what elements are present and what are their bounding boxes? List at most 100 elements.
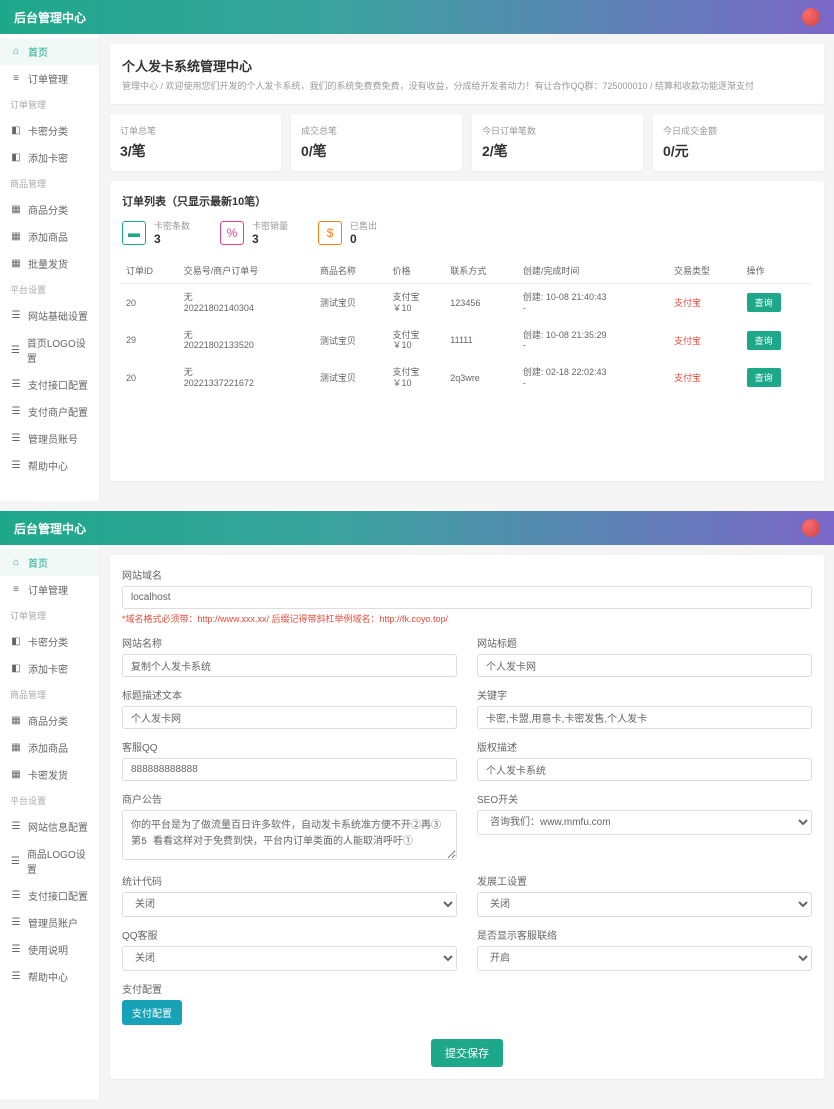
sidebar-item[interactable]: ☰网站信息配置 [0,813,99,840]
sidebar-item-label: 卡密分类 [28,634,68,649]
sidebar-item[interactable]: ▦添加商品 [0,223,99,250]
cell-price: 支付宝￥10 [389,359,447,397]
query-button[interactable]: 查询 [747,368,781,387]
domain-input[interactable] [122,586,812,609]
sidebar-item-label: 首页LOGO设置 [27,335,89,365]
sidebar-item[interactable]: ▦商品分类 [0,707,99,734]
sidebar-item[interactable]: ☰支付商户配置 [0,398,99,425]
notice-label: 商户公告 [122,791,457,806]
sidebar-item-label: 添加卡密 [28,150,68,165]
sidebar-item[interactable]: ◧卡密分类 [0,628,99,655]
sidebar-item-label: 添加商品 [28,229,68,244]
sidebar-item[interactable]: ☰网站基础设置 [0,302,99,329]
table-row: 29 无20221802133520 测试宝贝 支付宝￥10 11111 创建:… [122,322,812,360]
sidebar-item[interactable]: ☰管理员账户 [0,909,99,936]
stat-card: 今日订单笔数2/笔 [472,114,643,171]
sidebar-item[interactable]: ▦ 卡密发货 [0,761,99,788]
table-row: 20 无20221337221672 测试宝贝 支付宝￥10 2q3wre 创建… [122,359,812,397]
copy-label: 版权描述 [477,739,812,754]
cell-contact: 123456 [446,284,519,322]
menu-icon: ≡ [10,584,22,596]
sidebar-item[interactable]: ☰使用说明 [0,936,99,963]
sidebar-item[interactable]: ▦添加商品 [0,734,99,761]
sort-select[interactable]: 关闭 [122,892,457,917]
sidebar-item[interactable]: ☰帮助中心 [0,963,99,990]
domain-hint: *域名格式必须带：http://www.xxx.xx/ 后缀记得带斜杠举例域名：… [122,612,812,625]
sidebar-item[interactable]: ☰支付接口配置 [0,371,99,398]
sidebar-item-label: 添加卡密 [28,661,68,676]
pay-label: 支付配置 [122,981,812,996]
sidebar-item[interactable]: ◧添加卡密 [0,655,99,682]
header: 后台管理中心 [0,0,834,34]
cell-time: 创建: 02-18 22:02:43- [519,359,670,397]
notice-textarea[interactable]: 你的平台是为了做流量百日许多软件，自动发卡系统准方便不开②再③ 第5 看看这样对… [122,810,457,860]
sort-label: 统计代码 [122,873,457,888]
sidebar-item-label: 订单管理 [28,71,68,86]
menu-icon: ◧ [10,152,22,164]
sidebar-item-label: 卡密发货 [28,767,68,782]
name-input[interactable] [122,654,457,677]
domain-label: 网站域名 [122,567,812,582]
sidebar-item[interactable]: ☰ 帮助中心 [0,452,99,479]
list-title: 订单列表（只显示最新10笔） [122,193,812,209]
cell-time: 创建: 10-08 21:40:43- [519,284,670,322]
header-title: 后台管理中心 [14,9,86,26]
sidebar-item-label: 商品分类 [28,202,68,217]
seo-select[interactable]: 咨询我们：www.mmfu.com [477,810,812,835]
qq-label: 客服QQ [122,739,457,754]
sidebar-item-label: 支付商户配置 [28,404,88,419]
sidebar-item[interactable]: ≡订单管理 [0,576,99,603]
sidebar-item[interactable]: ≡ 订单管理 [0,65,99,92]
menu-icon: ▦ [10,769,22,781]
mini-icon: $ [318,221,342,245]
sidebar-item[interactable]: ◧卡密分类 [0,117,99,144]
sidebar-item[interactable]: ⌂首页 [0,549,99,576]
query-button[interactable]: 查询 [747,331,781,350]
avatar[interactable] [802,8,820,26]
submit-button[interactable]: 提交保存 [431,1039,503,1067]
table-header: 创建/完成时间 [519,258,670,284]
sidebar-item-label: 首页 [28,44,48,59]
sidebar-item[interactable]: ☰商品LOGO设置 [0,840,99,882]
sidebar-item[interactable]: ☰支付接口配置 [0,882,99,909]
stat-value: 0/笔 [301,141,452,161]
switch-select[interactable]: 关闭 [122,946,457,971]
keywords-input[interactable] [477,706,812,729]
cell-id: 20 [122,359,180,397]
kefu-select[interactable]: 关闭 [477,892,812,917]
sidebar-item-label: 帮助中心 [28,458,68,473]
sidebar-item-label: 商品LOGO设置 [27,846,89,876]
cell-type: 支付宝 [670,322,743,360]
qq-input[interactable] [122,758,457,781]
header-title: 后台管理中心 [14,520,86,537]
mini-stat: %卡密销量3 [220,219,288,246]
mini-value: 3 [252,232,288,246]
sidebar: ⌂首页≡订单管理订单管理◧卡密分类◧添加卡密商品管理▦商品分类▦添加商品▦卡密发… [0,545,100,1099]
sidebar-item[interactable]: ▦批量发货 [0,250,99,277]
sidebar-item[interactable]: ⌂首页 [0,38,99,65]
mini-label: 卡密条数 [154,219,190,232]
query-button[interactable]: 查询 [747,293,781,312]
menu-icon: ☰ [10,944,22,956]
sidebar-item-label: 商品分类 [28,713,68,728]
pay-config-button[interactable]: 支付配置 [122,1000,182,1025]
menu-icon: ◧ [10,125,22,137]
copy-input[interactable] [477,758,812,781]
sidebar-item[interactable]: ▦商品分类 [0,196,99,223]
stat-card: 成交总笔0/笔 [291,114,462,171]
sidebar-item[interactable]: ☰管理员账号 [0,425,99,452]
menu-icon: ≡ [10,73,22,85]
table-header: 价格 [389,258,447,284]
menu-icon: ☰ [10,460,22,472]
sidebar-section: 订单管理 [0,603,99,628]
avatar[interactable] [802,519,820,537]
menu-icon: ☰ [10,433,22,445]
sidebar-item[interactable]: ☰首页LOGO设置 [0,329,99,371]
sidebar-item[interactable]: ◧ 添加卡密 [0,144,99,171]
qqshow-select[interactable]: 开启 [477,946,812,971]
table-header: 联系方式 [446,258,519,284]
breadcrumb: 管理中心 / 欢迎使用您们开发的个人发卡系统，我们的系统免费费免费，没有收益，分… [122,79,812,92]
desc-input[interactable] [122,706,457,729]
title-input[interactable] [477,654,812,677]
stat-value: 0/元 [663,141,814,161]
